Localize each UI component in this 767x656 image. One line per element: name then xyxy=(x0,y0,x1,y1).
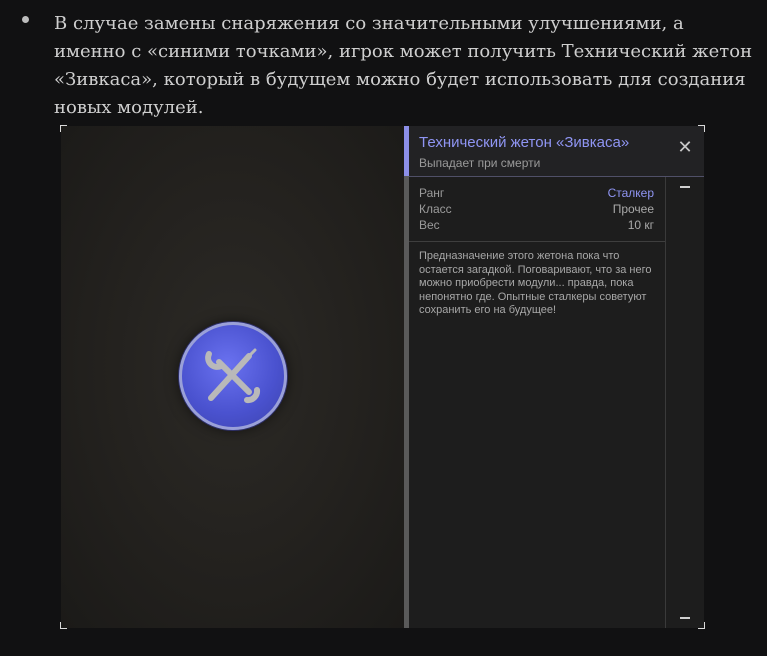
stats-separator xyxy=(409,241,665,242)
bullet-icon xyxy=(22,16,29,23)
stat-value: 10 кг xyxy=(627,218,654,232)
stat-row-rank: Ранг Сталкер xyxy=(419,185,654,201)
scroll-bottom-marker xyxy=(680,617,690,619)
stat-row-weight: Вес 10 кг xyxy=(419,217,654,233)
item-preview xyxy=(61,126,404,628)
item-subtitle: Выпадает при смерти xyxy=(419,156,541,170)
scroll-top-marker xyxy=(680,186,690,188)
item-info-panel: Технический жетон «Зивкаса» Выпадает при… xyxy=(404,126,704,628)
frame-corner xyxy=(60,125,67,132)
frame-corner xyxy=(60,622,67,629)
item-description: Предназначение этого жетона пока что ост… xyxy=(419,250,652,316)
item-details: Ранг Сталкер Класс Прочее Вес 10 кг Пред… xyxy=(409,177,666,628)
stat-label: Вес xyxy=(419,218,440,232)
item-header: Технический жетон «Зивкаса» Выпадает при… xyxy=(404,126,704,177)
stat-label: Ранг xyxy=(419,186,445,200)
item-title: Технический жетон «Зивкаса» xyxy=(419,134,630,151)
wrench-screwdriver-icon xyxy=(205,348,261,404)
stat-row-class: Класс Прочее xyxy=(419,201,654,217)
frame-corner xyxy=(698,622,705,629)
article-bullet-item: В случае замены снаряжения со значительн… xyxy=(0,0,767,118)
technical-token-image xyxy=(179,322,287,430)
article-paragraph: В случае замены снаряжения со значительн… xyxy=(54,13,753,118)
stat-value: Прочее xyxy=(612,202,654,216)
item-stats: Ранг Сталкер Класс Прочее Вес 10 кг xyxy=(419,185,654,233)
header-accent-bar xyxy=(404,126,409,176)
frame-corner xyxy=(698,125,705,132)
stat-value: Сталкер xyxy=(607,186,654,200)
stat-label: Класс xyxy=(419,202,452,216)
close-icon[interactable]: ✕ xyxy=(676,138,694,156)
details-scrollbar[interactable] xyxy=(666,177,704,628)
item-screenshot: Технический жетон «Зивкаса» Выпадает при… xyxy=(60,125,705,629)
